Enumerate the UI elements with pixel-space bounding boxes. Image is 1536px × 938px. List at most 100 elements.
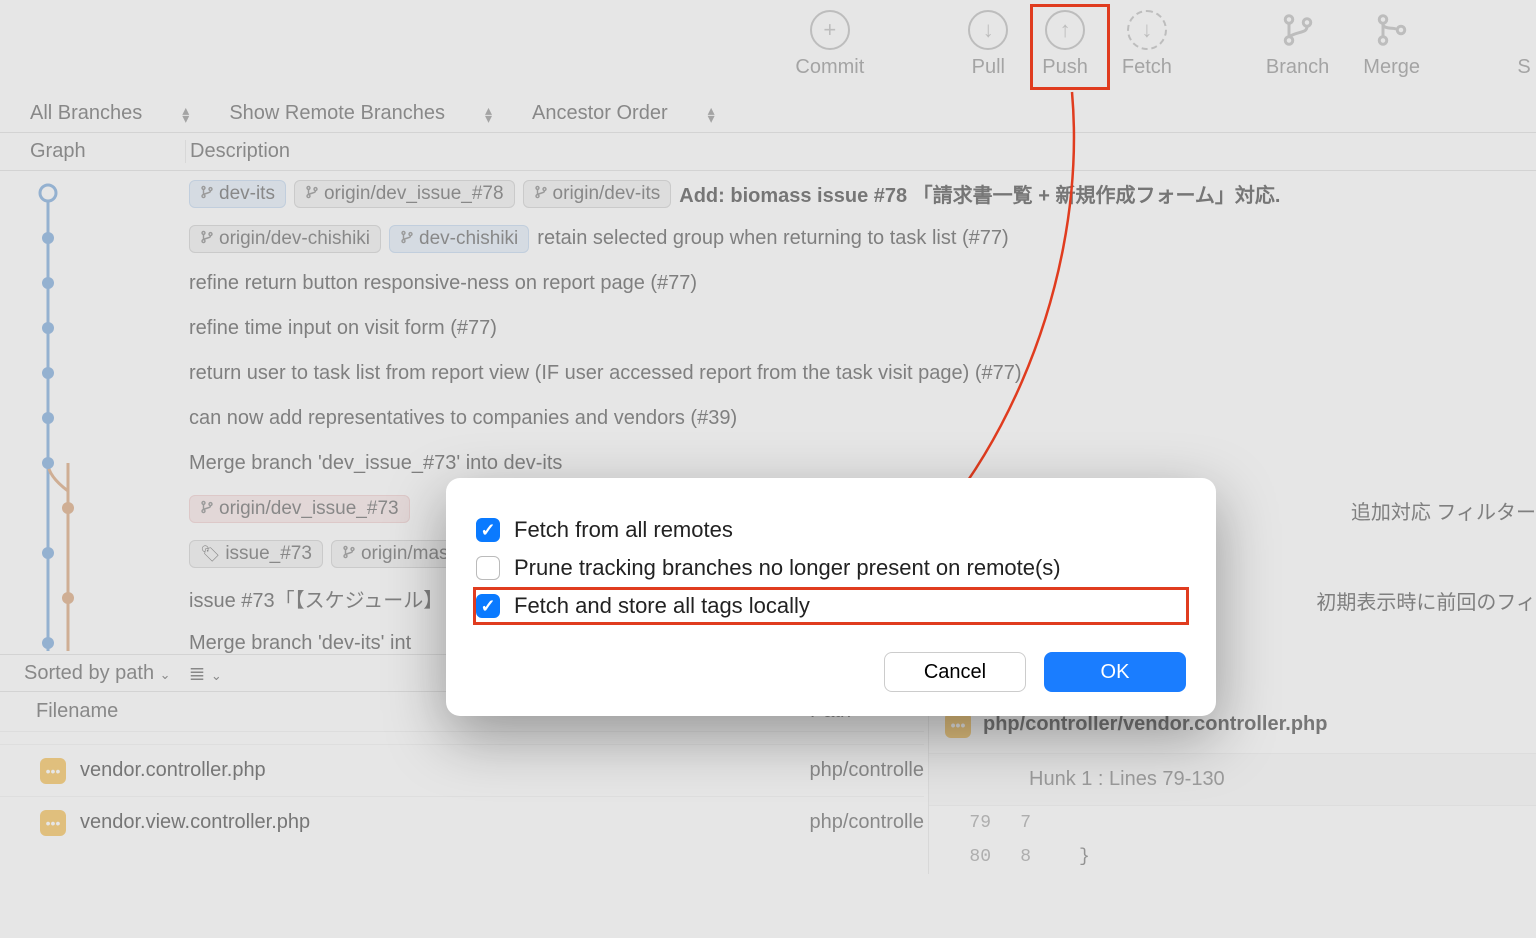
order-filter-label: Ancestor Order	[532, 102, 668, 125]
description-column-header: Description	[185, 140, 1536, 163]
diff-hunk-header: Hunk 1 : Lines 79-130	[929, 754, 1536, 806]
diff-file-name: php/controller/vendor.controller.php	[983, 713, 1327, 736]
arrow-up-icon: ↑	[1045, 10, 1085, 50]
fetch-button[interactable]: ↓ Fetch	[1110, 10, 1184, 79]
merge-label: Merge	[1363, 56, 1420, 79]
merge-button[interactable]: Merge	[1351, 10, 1432, 79]
tag-label: origin/dev_issue_#73	[219, 498, 399, 520]
filter-bar: All Branches ▴▾ Show Remote Branches ▴▾ …	[0, 95, 1536, 133]
commit-message: Merge branch 'dev-its' int	[189, 632, 411, 655]
branch-tag[interactable]: dev-its	[189, 180, 286, 208]
branch-icon	[534, 183, 548, 205]
merge-icon	[1372, 10, 1412, 50]
diff-lines: 797808 }	[929, 806, 1536, 874]
chevron-updown-icon: ▴▾	[485, 106, 492, 122]
branches-filter[interactable]: All Branches ▴▾	[30, 102, 189, 125]
diff-line: 808 }	[929, 840, 1536, 874]
remote-filter-label: Show Remote Branches	[229, 102, 445, 125]
commit-message: issue #73「【スケジュール】	[189, 584, 443, 613]
commit-message-overflow: 追加対応 フィルター	[1351, 496, 1536, 525]
file-change-icon: •••	[40, 758, 66, 784]
stash-icon	[1504, 10, 1536, 50]
fetch-icon: ↓	[1127, 10, 1167, 50]
branch-tag[interactable]: origin/dev-its	[523, 180, 672, 208]
push-button[interactable]: ↑ Push	[1030, 10, 1100, 79]
toolbar: + Commit ↓ Pull ↑ Push ↓ Fetch Branch Me…	[0, 0, 1536, 95]
remote-filter[interactable]: Show Remote Branches ▴▾	[229, 102, 492, 125]
branch-tag[interactable]: origin/dev_issue_#78	[294, 180, 515, 208]
plus-icon: +	[810, 10, 850, 50]
push-label: Push	[1042, 56, 1088, 79]
branch-button[interactable]: Branch	[1254, 10, 1341, 79]
checkbox-unchecked-icon[interactable]	[476, 556, 500, 580]
checkbox-checked-icon[interactable]	[476, 594, 500, 618]
commit-message: refine return button responsive-ness on …	[189, 272, 697, 295]
stash-label: S	[1517, 56, 1530, 79]
branch-tag[interactable]: dev-chishiki	[389, 225, 529, 253]
sorted-by-path-dropdown[interactable]: Sorted by path ⌄	[24, 662, 171, 685]
fetch-all-remotes-label: Fetch from all remotes	[514, 517, 733, 543]
pull-label: Pull	[972, 56, 1005, 79]
commit-row[interactable]: refine time input on visit form (#77)	[0, 306, 1536, 351]
commit-row[interactable]: return user to task list from report vie…	[0, 351, 1536, 396]
branch-tag[interactable]: origin/dev_issue_#73	[189, 495, 410, 523]
commit-button[interactable]: + Commit	[783, 10, 876, 79]
branch-icon	[400, 228, 414, 250]
fetch-dialog: Fetch from all remotes Prune tracking br…	[446, 478, 1216, 716]
file-row[interactable]: ••• vendor.controller.php php/controlle	[0, 744, 924, 796]
tag-label: origin/mas	[361, 543, 449, 565]
branch-tag[interactable]: origin/mas	[331, 540, 460, 568]
list-view-toggle[interactable]: ≣ ⌄	[189, 661, 222, 686]
file-list: •••vendor.controller.phpphp/controlle•••…	[0, 744, 924, 848]
file-change-icon: •••	[40, 810, 66, 836]
tag-label: dev-chishiki	[419, 228, 518, 250]
arrow-down-icon: ↓	[968, 10, 1008, 50]
prune-branches-label: Prune tracking branches no longer presen…	[514, 555, 1061, 581]
commit-message: refine time input on visit form (#77)	[189, 317, 497, 340]
branch-label: Branch	[1266, 56, 1329, 79]
tag-icon: 🏷	[200, 544, 220, 564]
file-name: vendor.controller.php	[80, 759, 266, 782]
fetch-all-remotes-option[interactable]: Fetch from all remotes	[476, 514, 1186, 546]
branch-icon	[200, 183, 214, 205]
chevron-updown-icon: ▴▾	[182, 106, 189, 122]
ok-button[interactable]: OK	[1044, 652, 1186, 692]
order-filter[interactable]: Ancestor Order ▴▾	[532, 102, 715, 125]
file-row[interactable]: ••• vendor.view.controller.php php/control…	[0, 796, 924, 848]
commit-row[interactable]: can now add representatives to companies…	[0, 396, 1536, 441]
diff-line: 797	[929, 806, 1536, 840]
commit-row[interactable]: dev-its origin/dev_issue_#78 origin/dev-it…	[0, 171, 1536, 216]
cancel-button[interactable]: Cancel	[884, 652, 1026, 692]
fetch-tags-label: Fetch and store all tags locally	[514, 593, 810, 619]
commit-label: Commit	[795, 56, 864, 79]
commit-column-headers: Graph Description	[0, 133, 1536, 171]
tag-label: origin/dev-chishiki	[219, 228, 370, 250]
fetch-tags-option[interactable]: Fetch and store all tags locally	[476, 590, 1186, 622]
fetch-label: Fetch	[1122, 56, 1172, 79]
prune-branches-option[interactable]: Prune tracking branches no longer presen…	[476, 552, 1186, 584]
branch-icon	[200, 498, 214, 520]
stash-button[interactable]: S	[1492, 10, 1536, 79]
pull-button[interactable]: ↓ Pull	[956, 10, 1020, 79]
file-path: php/controlle	[809, 759, 924, 782]
graph-column-header: Graph	[0, 140, 185, 163]
branches-filter-label: All Branches	[30, 102, 142, 125]
file-path: php/controlle	[809, 811, 924, 834]
branch-icon	[1278, 10, 1318, 50]
tag-label: issue_#73	[225, 543, 312, 565]
branch-tag[interactable]: origin/dev-chishiki	[189, 225, 381, 253]
branch-icon	[200, 228, 214, 250]
checkbox-checked-icon[interactable]	[476, 518, 500, 542]
branch-tag[interactable]: 🏷issue_#73	[189, 540, 323, 568]
chevron-updown-icon: ▴▾	[708, 106, 715, 122]
commit-message: can now add representatives to companies…	[189, 407, 737, 430]
commit-row[interactable]: refine return button responsive-ness on …	[0, 261, 1536, 306]
commit-message-overflow: 初期表示時に前回のフィ	[1316, 586, 1536, 615]
tag-label: origin/dev_issue_#78	[324, 183, 504, 205]
commit-row[interactable]: origin/dev-chishikidev-chishikiretain se…	[0, 216, 1536, 261]
branch-icon	[305, 183, 319, 205]
tag-label: origin/dev-its	[553, 183, 661, 205]
commit-message: return user to task list from report vie…	[189, 362, 1022, 385]
tag-label: dev-its	[219, 183, 275, 205]
file-name: vendor.view.controller.php	[80, 811, 310, 834]
